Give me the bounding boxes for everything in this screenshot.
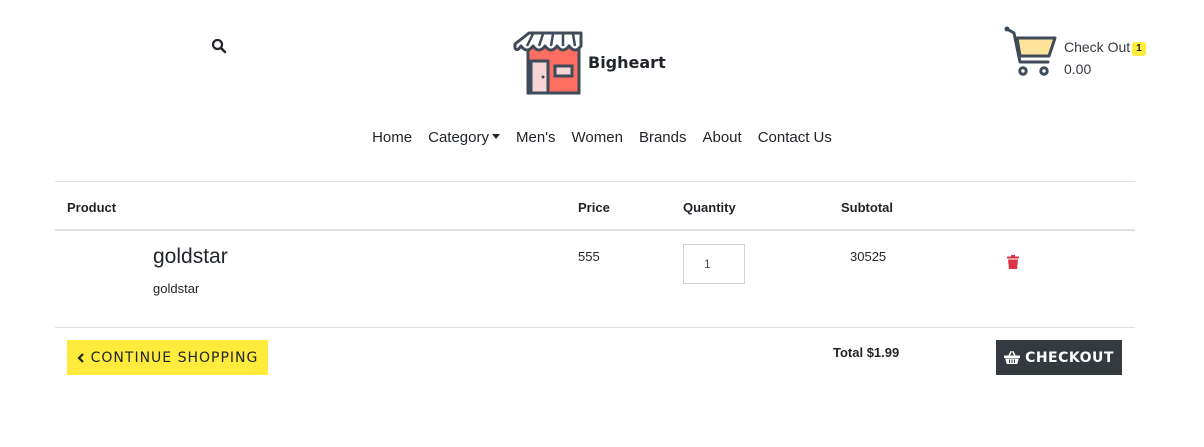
- cart-checkout-widget[interactable]: Check Out 1 0.00: [1004, 26, 1146, 80]
- search-icon[interactable]: [211, 38, 227, 54]
- chevron-left-icon: [77, 352, 84, 363]
- basket-icon: [1004, 351, 1021, 364]
- table-header: Product Price Quantity Subtotal: [55, 182, 1135, 231]
- cart-count-badge: 1: [1132, 42, 1146, 56]
- checkout-link-label: Check Out: [1064, 39, 1131, 55]
- nav-home[interactable]: Home: [364, 127, 420, 149]
- product-title: goldstar: [153, 245, 228, 268]
- main-nav: Home Category Men's Women Brands About C…: [0, 127, 1204, 149]
- product-subtotal: 30525: [850, 249, 887, 264]
- checkout-label: Checkout: [1025, 349, 1114, 366]
- shopping-cart-icon: [1004, 26, 1057, 76]
- continue-shopping-button[interactable]: Continue Shopping: [67, 340, 268, 375]
- column-header-product: Product: [67, 200, 117, 215]
- quantity-input[interactable]: [683, 244, 745, 284]
- nav-about[interactable]: About: [694, 127, 749, 149]
- nav-women[interactable]: Women: [564, 127, 631, 149]
- cart-amount: 0.00: [1064, 61, 1092, 77]
- checkout-button[interactable]: Checkout: [996, 340, 1122, 375]
- table-row: goldstar goldstar 555 30525: [55, 231, 1135, 328]
- nav-brands[interactable]: Brands: [631, 127, 695, 149]
- column-header-quantity: Quantity: [683, 200, 736, 215]
- column-header-price: Price: [578, 200, 610, 215]
- continue-shopping-label: Continue Shopping: [90, 349, 259, 366]
- shop-logo-icon: [513, 31, 583, 95]
- brand-name: Bigheart: [588, 52, 666, 72]
- product-subtitle: goldstar: [153, 281, 200, 296]
- cart-table: Product Price Quantity Subtotal goldstar…: [55, 181, 1135, 328]
- cart-total: Total $1.99: [833, 345, 900, 360]
- trash-icon[interactable]: [1007, 255, 1019, 269]
- brand-link[interactable]: Bigheart: [511, 30, 666, 98]
- nav-category-dropdown[interactable]: Category: [420, 127, 508, 149]
- nav-category-label: Category: [428, 129, 489, 146]
- nav-contact-us[interactable]: Contact Us: [750, 127, 840, 149]
- caret-down-icon: [491, 134, 500, 139]
- nav-mens[interactable]: Men's: [508, 127, 564, 149]
- product-price: 555: [578, 249, 600, 264]
- column-header-subtotal: Subtotal: [841, 200, 893, 215]
